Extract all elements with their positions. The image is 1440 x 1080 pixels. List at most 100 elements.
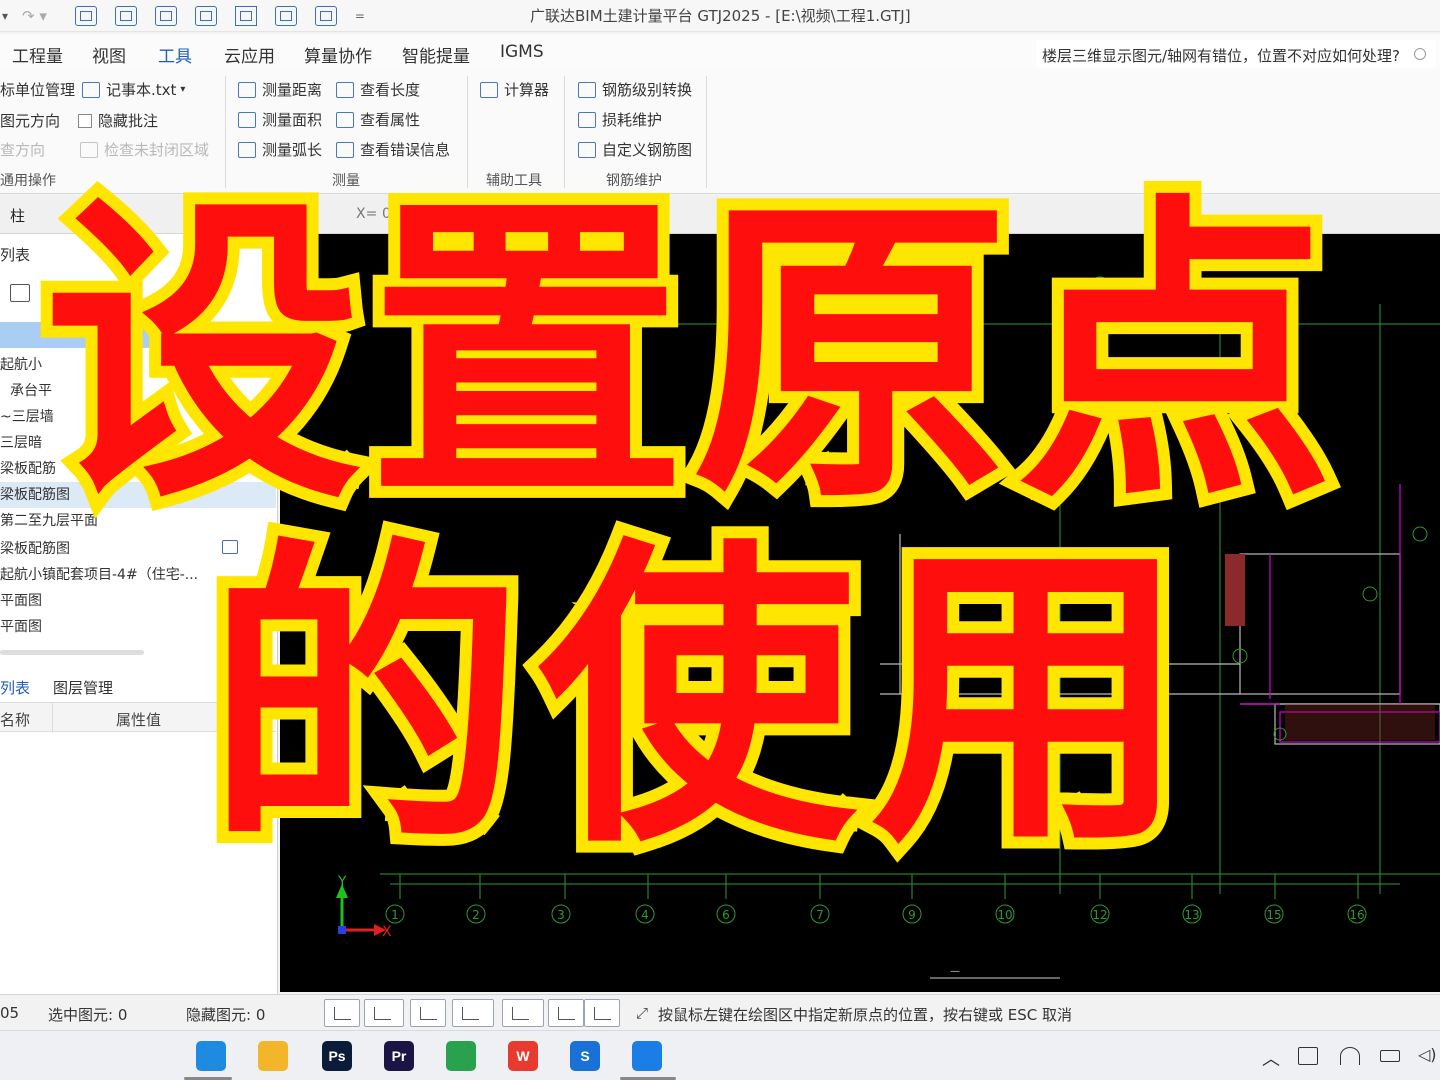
hide-annotation-checkbox[interactable]: 隐藏批注	[78, 110, 158, 131]
formula-icon[interactable]	[74, 6, 97, 26]
drawing-title-text: —	[950, 966, 960, 977]
edit-icon[interactable]	[10, 284, 30, 302]
menu-igms[interactable]: IGMS	[500, 42, 544, 62]
network-share-icon[interactable]	[1298, 1047, 1318, 1065]
measure-area-label: 测量面积	[262, 111, 323, 129]
column-icon[interactable]	[274, 6, 297, 26]
view-error-button[interactable]: 查看错误信息	[336, 139, 450, 160]
measure-arc-button[interactable]: 测量弧长	[238, 139, 322, 160]
angle-button[interactable]	[452, 999, 494, 1027]
unit-manage-button[interactable]: 标单位管理	[0, 79, 75, 100]
axis-bubbles: 1 2 3 4 6 7 9 10 12 13 15 16	[385, 904, 1367, 924]
edge-app-icon[interactable]	[196, 1041, 226, 1071]
help-search-text: 楼层三维显示图元/轴网有错位，位置不对应如何处理?	[1042, 47, 1401, 65]
calculator-button[interactable]: 计算器	[480, 79, 549, 100]
menu-collab[interactable]: 算量协作	[304, 42, 372, 67]
axis-label: 6	[722, 908, 730, 922]
customize-qa-icon[interactable]: =	[355, 9, 365, 23]
redo-icon[interactable]: ↷ ▾	[22, 7, 47, 25]
menu-tools[interactable]: 工具	[156, 42, 194, 75]
snap-box-button[interactable]	[364, 999, 404, 1027]
loss-maintenance-label: 损耗维护	[602, 111, 663, 129]
convert-icon	[578, 81, 596, 98]
menu-smart[interactable]: 智能提量	[402, 42, 470, 67]
rebar-grade-convert-button[interactable]: 钢筋级别转换	[578, 79, 692, 100]
axis-label: 2	[472, 908, 480, 922]
gtj-app-icon[interactable]	[632, 1041, 662, 1071]
cross-snap-button[interactable]	[410, 999, 446, 1027]
volume-icon[interactable]: ◁)	[1418, 1045, 1437, 1064]
elem-direction-button[interactable]: 图元方向	[0, 110, 60, 131]
sogou-app-icon[interactable]: S	[570, 1041, 600, 1071]
dropdown-arrow-icon[interactable]: ▾	[2, 9, 8, 23]
wifi-icon[interactable]	[1340, 1047, 1360, 1065]
wps-app-icon[interactable]: W	[508, 1041, 538, 1071]
quick-access-toolbar: ▾ ↷ ▾ =	[2, 4, 365, 28]
explorer-app-icon[interactable]	[258, 1041, 288, 1071]
error-list-icon	[336, 141, 354, 158]
axis-label: 7	[816, 908, 824, 922]
unit-manage-label: 标单位管理	[0, 81, 76, 99]
attribute-icon	[336, 111, 354, 128]
measure-arc-label: 测量弧长	[262, 141, 323, 159]
rebar-grade-convert-label: 钢筋级别转换	[602, 81, 693, 99]
rebar-edit-icon	[578, 141, 596, 158]
measure-distance-button[interactable]: 测量距离	[238, 79, 322, 100]
photoshop-app-icon[interactable]: Ps	[322, 1041, 352, 1071]
menu-cloud[interactable]: 云应用	[224, 42, 275, 67]
taskbar: Ps Pr W S ︿ ◁)	[0, 1030, 1440, 1080]
status-layer-num: 05	[0, 1004, 20, 1022]
loss-maintenance-button[interactable]: 损耗维护	[578, 109, 662, 130]
pen-icon[interactable]	[234, 6, 257, 26]
axis-label: 15	[1266, 908, 1281, 922]
check-closed-label: 检查未封闭区域	[104, 141, 210, 159]
arc-snap-button[interactable]	[584, 999, 620, 1027]
axis-label: 12	[1092, 908, 1107, 922]
custom-rebar-label: 自定义钢筋图	[602, 141, 693, 159]
axis-label: 13	[1184, 908, 1199, 922]
tab-properties[interactable]: 列表	[0, 677, 30, 698]
ucs-x-label: X	[382, 924, 392, 940]
help-search-box[interactable]: 楼层三维显示图元/轴网有错位，位置不对应如何处理?	[1036, 40, 1436, 68]
notepad-button[interactable]: 记事本.txt ▾	[82, 79, 185, 100]
measure-distance-label: 测量距离	[262, 81, 323, 99]
search-icon[interactable]	[1414, 48, 1426, 60]
tab-layer-manage[interactable]: 图层管理	[53, 677, 113, 698]
calculator-icon	[480, 81, 498, 98]
hide-annotation-label: 隐藏批注	[98, 112, 159, 130]
col-name-header: 名称	[0, 711, 31, 729]
resize-arrow-icon: ⤢	[636, 1004, 649, 1022]
chevron-up-icon[interactable]: ︿	[1262, 1045, 1280, 1071]
remote-app-icon[interactable]	[446, 1041, 476, 1071]
status-hidden: 隐藏图元: 0	[186, 1006, 266, 1024]
view-attr-button[interactable]: 查看属性	[336, 109, 420, 130]
save-as-icon[interactable]	[114, 6, 137, 26]
dynamic-input-button[interactable]	[548, 999, 584, 1027]
premiere-app-icon[interactable]: Pr	[384, 1041, 414, 1071]
axis-label: 9	[908, 908, 916, 922]
length-icon	[336, 81, 354, 98]
grid-edit-icon[interactable]	[194, 6, 217, 26]
tab-drawing-list[interactable]: 列表	[0, 244, 30, 265]
check-closed-area-button: 检查未封闭区域	[80, 139, 209, 160]
horizontal-scrollbar[interactable]	[0, 650, 144, 655]
status-hint: 按鼠标左键在绘图区中指定新原点的位置，按右键或 ESC 取消	[658, 1006, 1073, 1024]
view-length-button[interactable]: 查看长度	[336, 79, 420, 100]
custom-rebar-button[interactable]: 自定义钢筋图	[578, 139, 692, 160]
direction-button: 查方向	[0, 139, 45, 160]
ortho-toggle-button[interactable]	[324, 999, 360, 1027]
menu-quantity[interactable]: 工程量	[12, 42, 63, 67]
sync-icon[interactable]	[314, 6, 337, 26]
overlay-title-line1: 设置原点	[32, 170, 1346, 540]
grid-table-icon[interactable]	[154, 6, 177, 26]
elem-type-label: 柱	[10, 207, 26, 225]
region-check-icon	[80, 141, 98, 158]
axis-label: 4	[641, 908, 649, 922]
battery-icon[interactable]	[1380, 1050, 1400, 1062]
arc-icon	[238, 141, 256, 158]
measure-area-button[interactable]: 测量面积	[238, 109, 322, 130]
overlay-title-line2: 的使用	[194, 514, 1202, 884]
menu-view[interactable]: 视图	[92, 42, 126, 67]
direction-label: 查方向	[0, 141, 46, 159]
offset-button[interactable]	[502, 999, 544, 1027]
